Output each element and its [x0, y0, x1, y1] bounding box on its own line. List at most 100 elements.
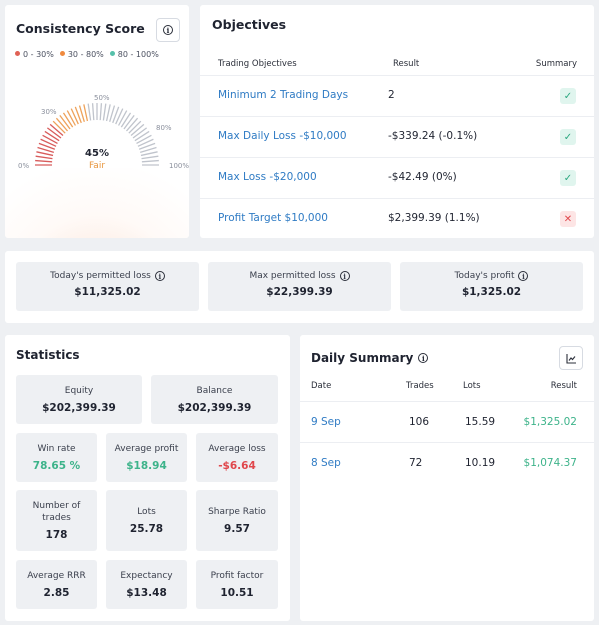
- info-icon[interactable]: i: [154, 271, 165, 281]
- stat-value: $18.94: [126, 460, 167, 472]
- gauge-tick: [66, 110, 77, 126]
- gauge-tick: [44, 130, 60, 142]
- info-icon[interactable]: i: [518, 271, 529, 281]
- daily-header-lots: Lots: [463, 381, 481, 391]
- stat-value: 78.65 %: [32, 460, 81, 472]
- average-profit-box: Average profit $18.94: [106, 433, 187, 482]
- check-icon: ✓: [560, 170, 576, 186]
- daily-header-date: Date: [311, 381, 332, 391]
- objective-result: $2,399.39 (1.1%): [388, 212, 480, 224]
- daily-header-trades: Trades: [406, 381, 434, 391]
- statistics-card: Statistics Equity $202,399.39 Balance $2…: [5, 335, 290, 621]
- consistency-title: Consistency Score: [16, 21, 145, 36]
- stat-value: -$6.64: [218, 460, 256, 472]
- stat-value: 10.51: [220, 587, 254, 599]
- number-of-trades-box: Number of trades 178: [16, 490, 97, 551]
- objective-row: Minimum 2 Trading Days 2 ✓: [200, 75, 594, 116]
- average-loss-box: Average loss -$6.64: [196, 433, 278, 482]
- gauge-category: Fair: [88, 161, 106, 171]
- stat-value: 178: [45, 529, 68, 541]
- average-rrr-box: Average RRR 2.85: [16, 560, 97, 609]
- objective-name[interactable]: Profit Target $10,000: [218, 212, 328, 224]
- stat-label: Average profit: [114, 444, 179, 454]
- gauge-tick: [102, 103, 107, 121]
- gauge-tick: [62, 112, 74, 128]
- gauge-tick: [46, 127, 62, 139]
- daily-date-link[interactable]: 9 Sep: [311, 416, 341, 428]
- gauge-tick: [105, 104, 111, 122]
- daily-header-result: Result: [550, 381, 577, 391]
- check-icon: ✓: [560, 88, 576, 104]
- permit-value: $11,325.02: [74, 286, 141, 298]
- daily-lots: 15.59: [465, 416, 496, 428]
- stat-value: 2.85: [43, 587, 70, 599]
- statistics-title: Statistics: [16, 348, 80, 362]
- objectives-header-summary: Summary: [535, 59, 577, 69]
- stat-value: 25.78: [129, 523, 164, 535]
- profit-factor-box: Profit factor 10.51: [196, 560, 278, 609]
- consistency-legend: 0 - 30% 30 - 80% 80 - 100%: [15, 50, 159, 59]
- stat-label: Expectancy: [120, 571, 173, 581]
- cross-icon: ✕: [560, 211, 576, 227]
- permits-card: Today's permitted loss i $11,325.02 Max p…: [5, 251, 594, 323]
- objective-row: Max Daily Loss -$10,000 -$339.24 (-0.1%)…: [200, 116, 594, 157]
- objectives-header-result: Result: [393, 59, 420, 69]
- stat-label: Sharpe Ratio: [208, 507, 266, 517]
- max-permitted-loss-box: Max permitted loss i $22,399.39: [208, 262, 391, 311]
- daily-lots: 10.19: [465, 457, 496, 469]
- todays-profit-box: Today's profit i $1,325.02: [400, 262, 583, 311]
- gauge-tick: [123, 114, 135, 130]
- daily-date-link[interactable]: 8 Sep: [311, 457, 341, 469]
- objectives-header-objective: Trading Objectives: [218, 59, 297, 69]
- legend-item-low: 0 - 30%: [15, 50, 54, 59]
- gauge-tick: [136, 134, 152, 145]
- info-icon[interactable]: i: [418, 353, 429, 363]
- lots-box: Lots 25.78: [106, 490, 187, 551]
- objective-name[interactable]: Max Loss -$20,000: [218, 171, 317, 183]
- objectives-title: Objectives: [212, 17, 287, 32]
- gauge-label-50: 50%: [94, 94, 110, 102]
- permit-label: Today's permitted loss: [50, 271, 151, 281]
- balance-box: Balance $202,399.39: [151, 375, 278, 424]
- gauge-label-80: 80%: [156, 124, 172, 132]
- expectancy-box: Expectancy $13.48: [106, 560, 187, 609]
- objective-name[interactable]: Max Daily Loss -$10,000: [218, 130, 347, 142]
- daily-result: $1,074.37: [523, 457, 577, 469]
- stat-label: Average RRR: [27, 571, 86, 581]
- gauge-tick: [83, 104, 89, 122]
- stat-label: Balance: [196, 386, 233, 396]
- daily-trades: 72: [409, 457, 423, 469]
- legend-item-high: 80 - 100%: [109, 50, 159, 59]
- permit-value: $22,399.39: [266, 286, 333, 298]
- chart-toggle-button[interactable]: [559, 346, 583, 370]
- todays-permitted-loss-box: Today's permitted loss i $11,325.02: [16, 262, 199, 311]
- daily-summary-title: Daily Summary i: [311, 351, 429, 365]
- table-row: 8 Sep 72 10.19 $1,074.37: [300, 442, 594, 483]
- permit-label: Max permitted loss: [249, 271, 336, 281]
- daily-result: $1,325.02: [523, 416, 577, 428]
- gauge-tick: [132, 127, 148, 139]
- gauge-tick: [59, 114, 71, 130]
- stat-value: $13.48: [126, 587, 167, 599]
- sharpe-ratio-box: Sharpe Ratio 9.57: [196, 490, 278, 551]
- stat-label: Lots: [137, 507, 156, 517]
- permit-value: $1,325.02: [461, 286, 522, 298]
- objective-name[interactable]: Minimum 2 Trading Days: [218, 89, 348, 101]
- daily-summary-card: Daily Summary i Date Trades Lots Result …: [300, 335, 594, 621]
- gauge-tick: [117, 110, 128, 126]
- gauge-tick: [87, 103, 92, 121]
- objectives-card: Objectives Trading Objectives Result Sum…: [200, 5, 594, 238]
- gauge-tick: [120, 112, 132, 128]
- info-icon[interactable]: i: [339, 271, 350, 281]
- info-icon: i: [163, 25, 173, 35]
- stat-label: Average loss: [208, 444, 266, 454]
- objective-result: 2: [388, 89, 395, 101]
- consistency-info-button[interactable]: i: [156, 18, 180, 42]
- gauge-value: 45%: [85, 148, 109, 159]
- stat-label: Equity: [64, 386, 94, 396]
- objective-row: Profit Target $10,000 $2,399.39 (1.1%) ✕: [200, 198, 594, 239]
- objective-result: -$42.49 (0%): [388, 171, 457, 183]
- win-rate-box: Win rate 78.65 %: [16, 433, 97, 482]
- table-row: 9 Sep 106 15.59 $1,325.02: [300, 401, 594, 442]
- equity-box: Equity $202,399.39: [16, 375, 142, 424]
